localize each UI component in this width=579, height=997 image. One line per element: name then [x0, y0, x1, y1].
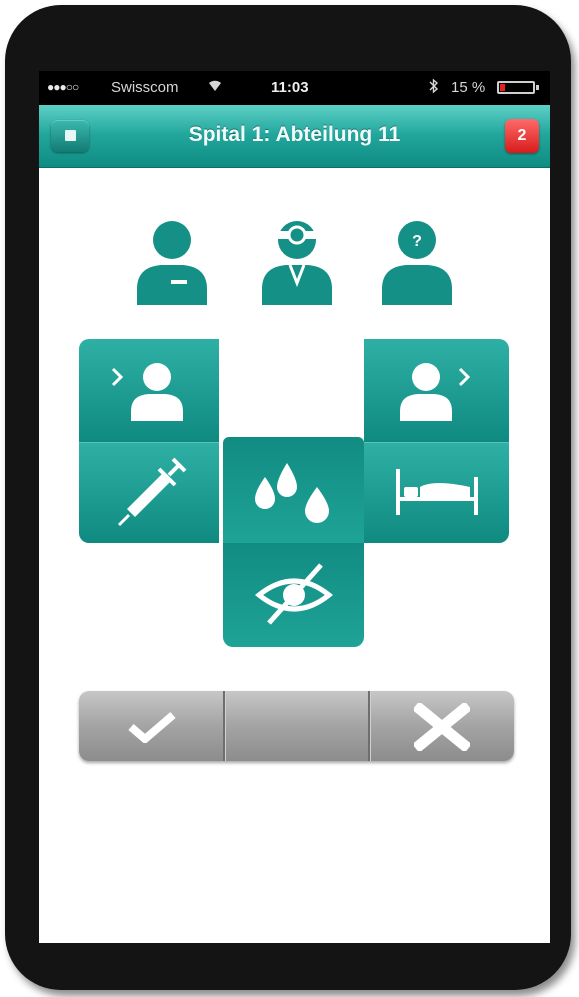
- eye-hidden-icon: [254, 563, 334, 625]
- hidden-observation-tile[interactable]: [223, 543, 364, 647]
- battery-icon: [497, 81, 539, 94]
- patient-leaving-tile[interactable]: [364, 339, 509, 443]
- patient-leaving-icon: [400, 363, 471, 421]
- confirm-action-bar: [79, 691, 514, 761]
- doctor-person-icon[interactable]: [256, 219, 338, 305]
- notification-badge[interactable]: 2: [505, 119, 539, 153]
- page-title: Spital 1: Abteilung 11: [188, 123, 401, 146]
- phone-frame: ●●●○○ Swisscom 11:03 15 % Spital 1: Abte…: [5, 5, 571, 990]
- bed-icon: [396, 469, 478, 515]
- signal-strength: ●●●○○: [47, 80, 79, 94]
- cancel-button[interactable]: [370, 691, 514, 761]
- carrier-name: Swisscom: [111, 79, 179, 96]
- navigation-bar: Spital 1: Abteilung 11 2: [39, 105, 550, 168]
- syringe-icon: [117, 457, 187, 527]
- unknown-person-icon[interactable]: ?: [376, 219, 458, 305]
- fluid-drops-icon: [255, 463, 329, 523]
- nurse-person-icon[interactable]: [131, 219, 213, 305]
- status-bar: ●●●○○ Swisscom 11:03 15 %: [39, 71, 550, 105]
- confirm-button[interactable]: [79, 691, 223, 761]
- bed-tile[interactable]: [364, 443, 509, 543]
- battery-percent: 15 %: [451, 79, 486, 96]
- fluids-tile[interactable]: [223, 437, 364, 543]
- battery-fill: [500, 84, 505, 91]
- close-icon: [414, 703, 470, 751]
- patient-arriving-tile[interactable]: [79, 339, 219, 443]
- wifi-icon: [207, 78, 223, 95]
- patient-arriving-icon: [111, 363, 183, 421]
- clock: 11:03: [271, 79, 309, 96]
- checkmark-icon: [128, 711, 176, 743]
- app-screen: ●●●○○ Swisscom 11:03 15 % Spital 1: Abte…: [39, 71, 550, 943]
- bluetooth-icon: [429, 78, 439, 98]
- middle-button[interactable]: [225, 691, 368, 761]
- battery-nub: [536, 85, 539, 90]
- svg-text:?: ?: [412, 233, 422, 250]
- injection-tile[interactable]: [79, 443, 219, 543]
